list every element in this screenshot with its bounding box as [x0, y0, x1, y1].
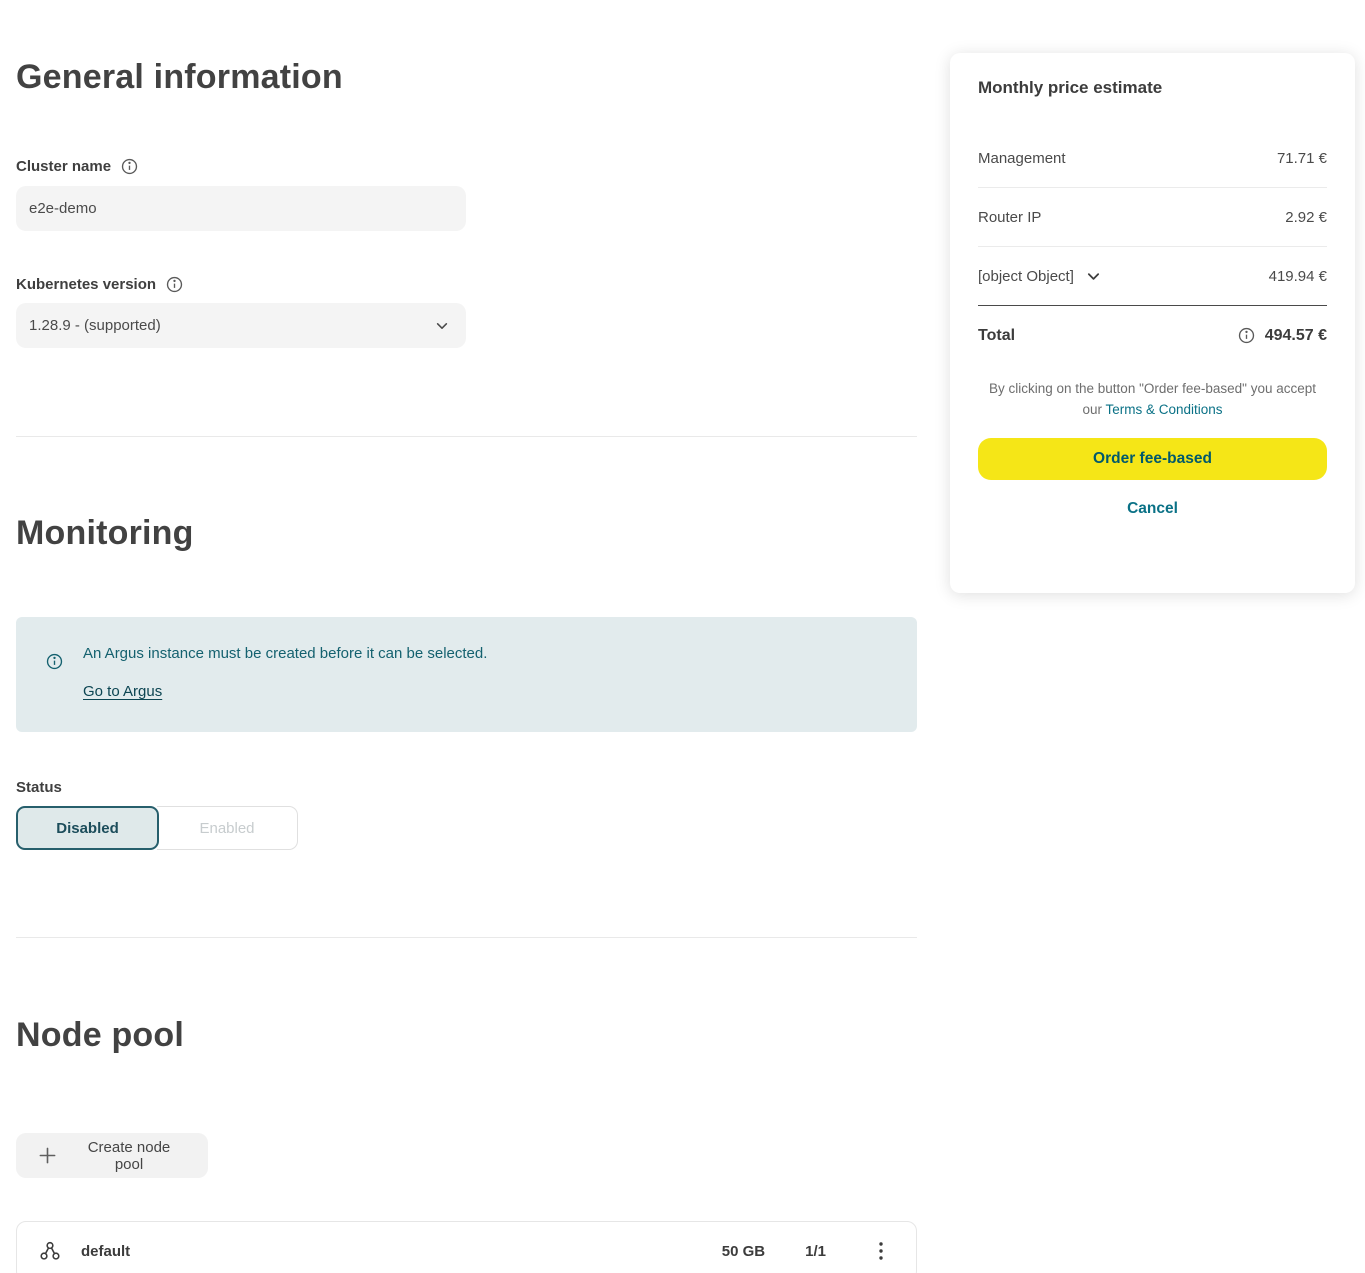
alert-message: An Argus instance must be created before… [83, 645, 487, 662]
create-node-pool-button[interactable]: Create node pool [16, 1133, 208, 1178]
cluster-name-info-icon[interactable] [121, 158, 138, 175]
node-pool-icon [39, 1240, 61, 1262]
cluster-name-label-row: Cluster name [16, 158, 138, 175]
node-pool-heading: Node pool [16, 1016, 184, 1055]
price-value: 2.92 € [1285, 209, 1327, 226]
node-pool-count: 1/1 [805, 1243, 826, 1260]
order-fee-based-button[interactable]: Order fee-based [978, 438, 1327, 480]
node-pool-name: default [81, 1243, 130, 1260]
total-value: 494.57 € [1265, 327, 1327, 345]
price-value: 71.71 € [1277, 150, 1327, 167]
node-pool-row[interactable]: default 50 GB 1/1 [16, 1221, 917, 1273]
chevron-down-icon [435, 319, 449, 333]
plus-icon [38, 1146, 57, 1165]
price-card-title: Monthly price estimate [978, 78, 1327, 98]
section-divider [16, 937, 917, 938]
general-information-heading: General information [16, 58, 343, 97]
terms-text: By clicking on the button "Order fee-bas… [978, 378, 1327, 420]
price-rows: Management 71.71 € Router IP 2.92 € [obj… [978, 129, 1327, 365]
total-info-icon[interactable] [1238, 327, 1255, 344]
alert-info-icon [46, 653, 63, 670]
status-option-enabled[interactable]: Enabled [157, 806, 298, 850]
kubernetes-version-info-icon[interactable] [166, 276, 183, 293]
price-value: 419.94 € [1269, 268, 1327, 285]
monitoring-heading: Monitoring [16, 514, 194, 553]
kebab-menu-icon[interactable] [872, 1240, 890, 1262]
price-row-node-pools: [object Object] 419.94 € [978, 247, 1327, 306]
go-to-argus-link[interactable]: Go to Argus [83, 683, 162, 700]
monthly-price-estimate-card: Monthly price estimate Management 71.71 … [950, 53, 1355, 593]
create-node-pool-label: Create node pool [72, 1139, 186, 1173]
cluster-name-label: Cluster name [16, 158, 111, 175]
kubernetes-version-value: 1.28.9 - (supported) [29, 317, 161, 334]
cluster-create-page: General information Cluster name Kuberne… [0, 0, 1365, 1273]
kubernetes-version-label: Kubernetes version [16, 276, 156, 293]
node-pool-size: 50 GB [722, 1243, 765, 1260]
argus-info-alert: An Argus instance must be created before… [16, 617, 917, 732]
total-label: Total [978, 327, 1015, 345]
status-option-disabled[interactable]: Disabled [16, 806, 159, 850]
kubernetes-version-select[interactable]: 1.28.9 - (supported) [16, 303, 466, 348]
status-label: Status [16, 779, 62, 796]
price-total-row: Total 494.57 € [978, 306, 1327, 365]
section-divider [16, 436, 917, 437]
terms-conditions-link[interactable]: Terms & Conditions [1105, 402, 1222, 417]
cancel-button[interactable]: Cancel [978, 500, 1327, 518]
status-toggle-group: Disabled Enabled [16, 806, 298, 850]
kubernetes-version-label-row: Kubernetes version [16, 276, 183, 293]
price-row-management: Management 71.71 € [978, 129, 1327, 188]
expand-row-chevron-icon[interactable] [1086, 269, 1101, 284]
price-row-router-ip: Router IP 2.92 € [978, 188, 1327, 247]
cluster-name-input[interactable] [16, 186, 466, 231]
